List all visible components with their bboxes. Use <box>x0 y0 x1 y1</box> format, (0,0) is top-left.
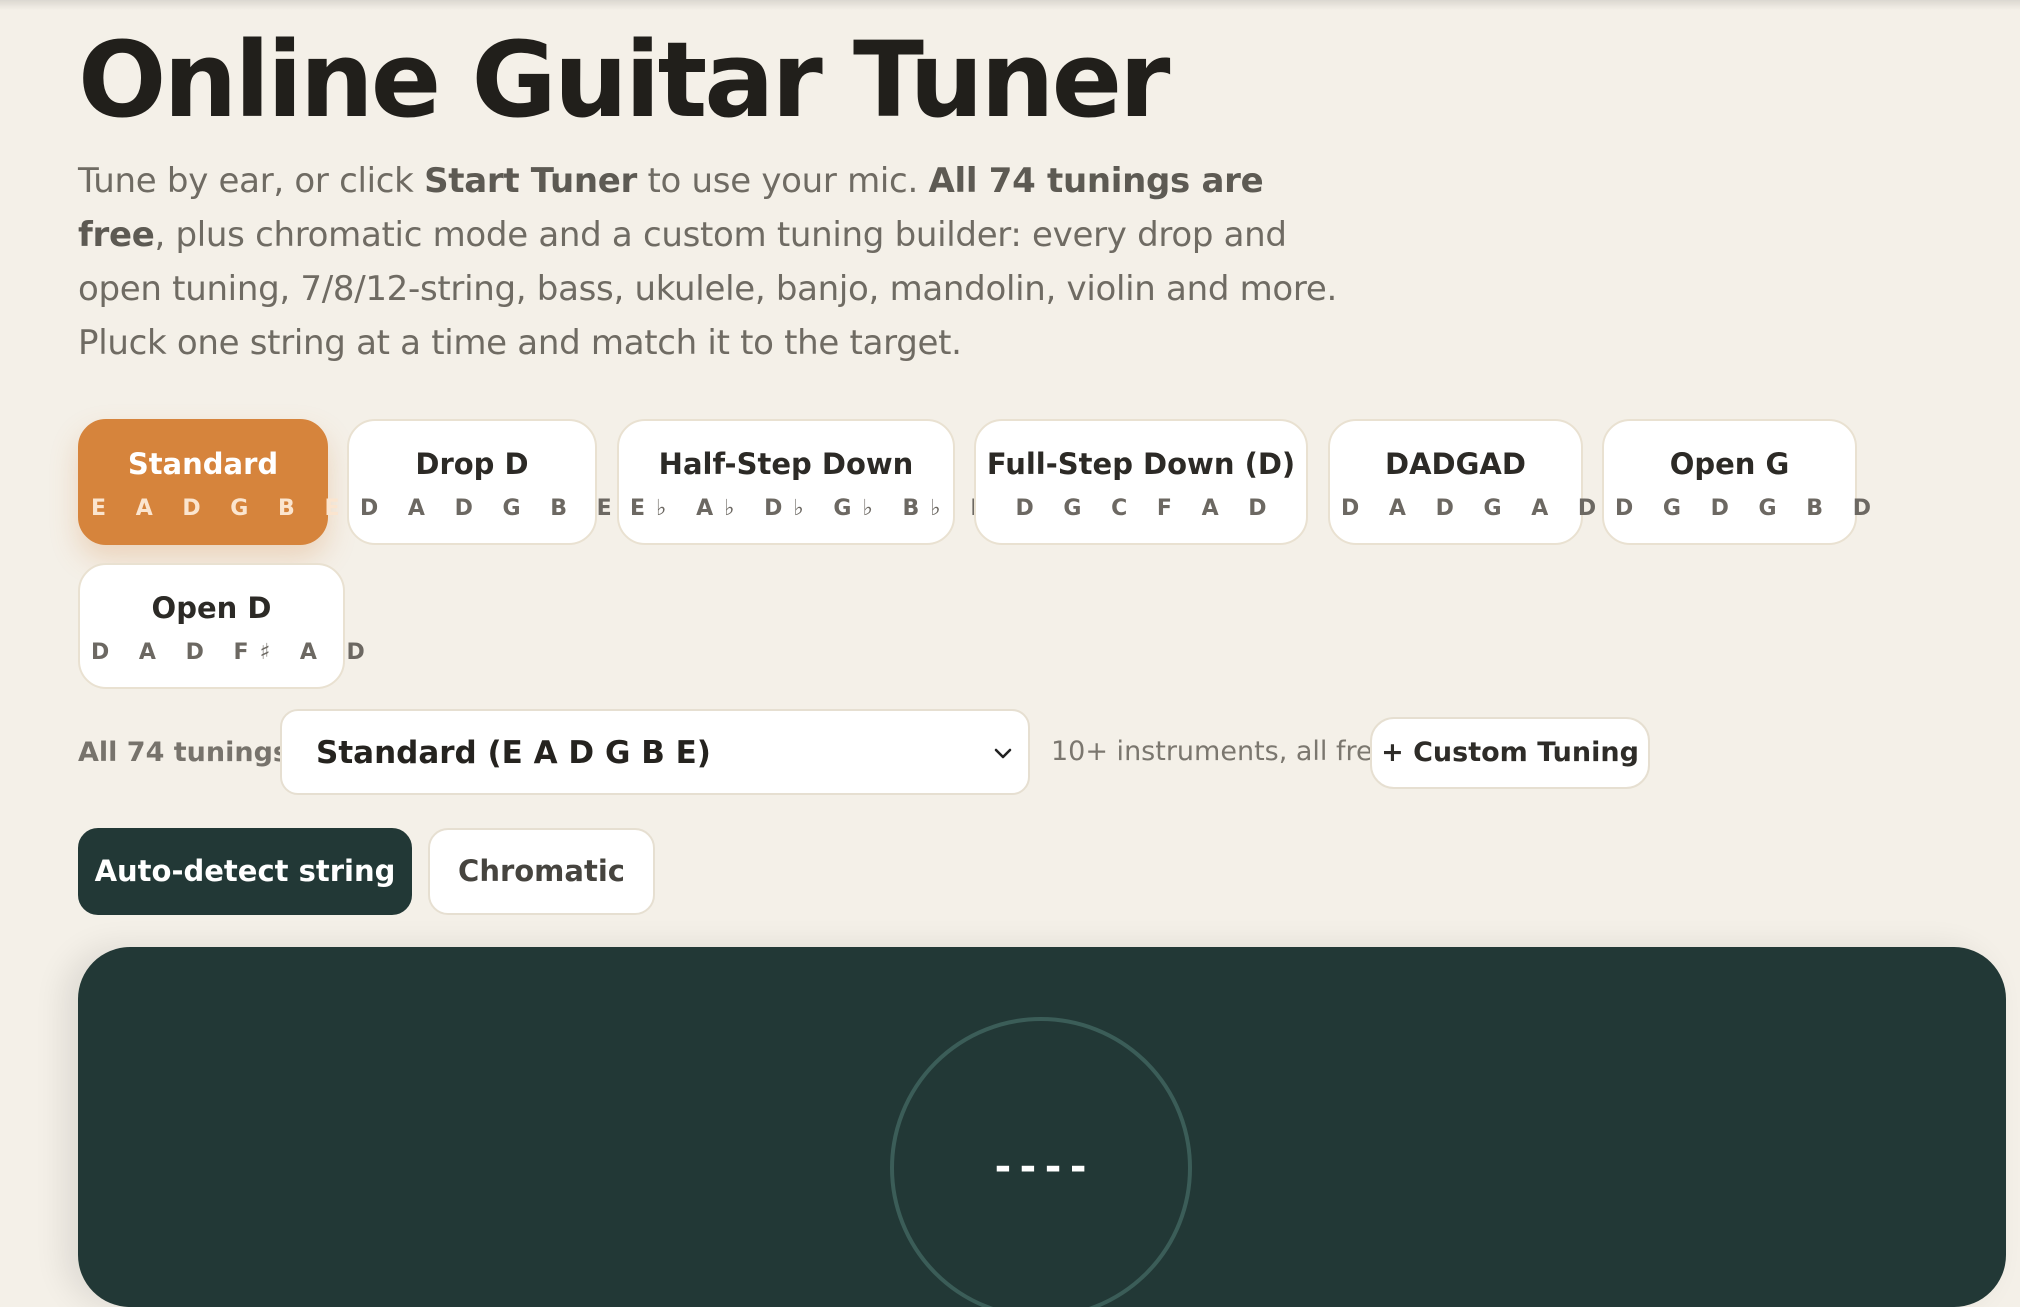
preset-notes: D G D G B D <box>1615 496 1882 521</box>
preset-notes: D A D G A D <box>1341 496 1608 521</box>
preset-notes: D G C F A D <box>1015 496 1278 521</box>
preset-standard[interactable]: Standard E A D G B E <box>78 419 351 545</box>
intro-paragraph: Tune by ear, or click Start Tuner to use… <box>78 154 1338 370</box>
preset-drop-d[interactable]: Drop D D A D G B E <box>347 419 623 545</box>
instruments-helper-text: 10+ instruments, all free. <box>1051 736 1398 767</box>
tuning-select[interactable]: Standard (E A D G B E) <box>280 709 1030 795</box>
tuning-select-value: Standard (E A D G B E) <box>316 735 711 771</box>
custom-tuning-button[interactable]: + Custom Tuning <box>1370 717 1650 789</box>
preset-half-step-down[interactable]: Half-Step Down E♭ A♭ D♭ G♭ B♭ E♭ <box>617 419 1018 545</box>
preset-notes: D A D G B E <box>360 496 623 521</box>
chevron-down-icon <box>994 748 1012 759</box>
page-title: Online Guitar Tuner <box>78 19 1170 141</box>
tuner-note-display: ---- <box>990 1144 1092 1190</box>
preset-name: Open D <box>151 591 272 625</box>
chromatic-button[interactable]: Chromatic <box>428 828 655 915</box>
preset-full-step-down[interactable]: Full-Step Down (D) D G C F A D <box>974 419 1308 545</box>
intro-text-2: to use your mic. <box>637 161 929 201</box>
all-tunings-label: All 74 tunings: <box>78 737 300 768</box>
intro-text-3: , plus chromatic mode and a custom tunin… <box>78 215 1337 363</box>
preset-name: Standard <box>127 447 279 481</box>
preset-name: Full-Step Down (D) <box>986 447 1296 481</box>
preset-notes: E A D G B E <box>91 496 351 521</box>
intro-text-1: Tune by ear, or click <box>78 161 425 201</box>
auto-detect-string-button[interactable]: Auto-detect string <box>78 828 412 915</box>
preset-open-d[interactable]: Open D D A D F♯ A D <box>78 563 376 689</box>
top-edge-shadow <box>0 0 2020 10</box>
intro-start-tuner: Start Tuner <box>424 161 637 201</box>
preset-notes: E♭ A♭ D♭ G♭ B♭ E♭ <box>630 496 1018 521</box>
preset-dadgad[interactable]: DADGAD D A D G A D <box>1328 419 1608 545</box>
preset-open-g[interactable]: Open G D G D G B D <box>1602 419 1882 545</box>
preset-notes: D A D F♯ A D <box>91 640 376 665</box>
preset-name: Drop D <box>415 447 529 481</box>
tuner-panel: ---- <box>78 947 2006 1307</box>
preset-name: DADGAD <box>1385 447 1526 481</box>
preset-name: Half-Step Down <box>658 447 914 481</box>
preset-name: Open G <box>1669 447 1790 481</box>
